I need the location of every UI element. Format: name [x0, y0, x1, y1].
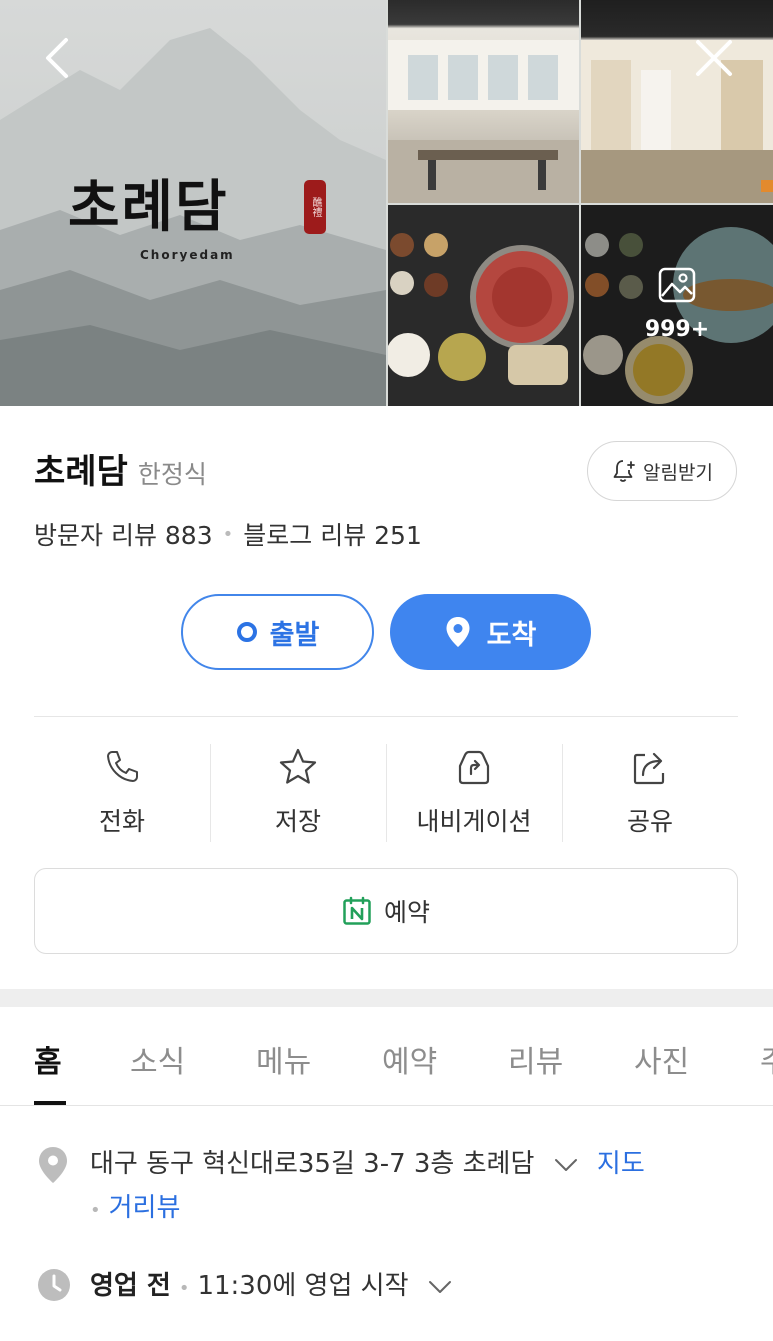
- notification-button[interactable]: 알림받기: [587, 441, 737, 501]
- address-text[interactable]: 대구 동구 혁신대로35길 3-7 3층 초례담: [90, 1149, 534, 1179]
- depart-button[interactable]: 출발: [181, 594, 374, 670]
- chevron-left-icon: [46, 38, 68, 78]
- call-button[interactable]: 전화: [34, 744, 210, 844]
- section-gap: [0, 989, 773, 1007]
- more-photos-overlay: [581, 205, 773, 406]
- interior-photo-1[interactable]: [388, 0, 579, 203]
- review-summary: 방문자 리뷰 883 • 블로그 리뷰 251: [34, 516, 422, 552]
- location-pin-icon: [39, 1147, 67, 1183]
- street-view-link[interactable]: 거리뷰: [109, 1193, 181, 1223]
- reservation-button[interactable]: 예약: [34, 868, 738, 954]
- car-navigation-icon: [458, 750, 490, 785]
- tab-news[interactable]: 소식: [130, 1037, 185, 1081]
- food-photo-1[interactable]: [388, 205, 579, 406]
- tab-home[interactable]: 홈: [34, 1037, 62, 1081]
- place-category: 한정식: [137, 460, 207, 489]
- navigation-button[interactable]: 내비게이션: [386, 744, 562, 844]
- chevron-down-icon[interactable]: [553, 1156, 579, 1174]
- hours-detail: 11:30에 영업 시작: [197, 1271, 409, 1301]
- hours-line: 영업 전 • 11:30에 영업 시작: [90, 1265, 453, 1302]
- save-label: 저장: [274, 807, 321, 836]
- photo-gallery-icon: [658, 267, 696, 303]
- brand-seal: 醮禮: [304, 180, 326, 234]
- tab-photos[interactable]: 사진: [634, 1037, 689, 1081]
- chevron-down-icon[interactable]: [427, 1278, 453, 1296]
- notification-label: 알림받기: [643, 461, 713, 484]
- place-name: 초례담: [34, 452, 128, 492]
- hours-status: 영업 전: [90, 1271, 171, 1301]
- phone-icon: [107, 751, 138, 782]
- brand-name-english: Choryedam: [140, 248, 235, 262]
- brand-logo: 초례담 醮禮 Choryedam: [68, 162, 338, 262]
- close-button[interactable]: [690, 34, 738, 82]
- address-line: 대구 동구 혁신대로35길 3-7 3층 초례담 지도: [90, 1143, 645, 1180]
- tab-bar: 홈 소식 메뉴 예약 리뷰 사진 주: [0, 1007, 773, 1106]
- close-icon: [696, 40, 732, 76]
- bell-plus-icon: [613, 460, 635, 482]
- back-button[interactable]: [34, 34, 82, 82]
- photo-gallery[interactable]: 초례담 醮禮 Choryedam 999+: [0, 0, 773, 406]
- tab-reviews[interactable]: 리뷰: [508, 1037, 563, 1081]
- hallway-image: [581, 40, 773, 203]
- arrive-label: 도착: [486, 619, 537, 651]
- korean-table-setting-image: [388, 233, 574, 385]
- clock-icon: [38, 1269, 70, 1301]
- depart-label: 출발: [269, 619, 320, 651]
- tab-overflow[interactable]: 주: [760, 1037, 773, 1081]
- call-label: 전화: [98, 807, 145, 836]
- active-tab-indicator: [34, 1101, 66, 1105]
- map-link[interactable]: 지도: [597, 1149, 645, 1179]
- star-icon: [279, 748, 317, 784]
- place-title-row: 초례담 한정식: [34, 444, 207, 493]
- interior-photo-2[interactable]: [581, 0, 773, 203]
- action-bar: 전화 저장 내비게이션 공유: [34, 744, 738, 844]
- navigation-label: 내비게이션: [416, 807, 532, 836]
- separator-dot: •: [90, 1200, 101, 1221]
- visitor-review-link[interactable]: 방문자 리뷰 883: [34, 516, 213, 552]
- address-line-2: • 거리뷰: [90, 1187, 180, 1224]
- share-label: 공유: [626, 807, 673, 836]
- dining-room-image: [388, 40, 579, 203]
- more-photos-tile[interactable]: 999+: [581, 205, 773, 406]
- tab-reservation[interactable]: 예약: [382, 1037, 437, 1081]
- brand-name-korean: 초례담: [68, 174, 229, 240]
- save-button[interactable]: 저장: [210, 744, 386, 844]
- separator-dot: •: [178, 1278, 190, 1299]
- naver-calendar-icon: [343, 896, 371, 925]
- origin-dot-icon: [236, 622, 257, 642]
- arrive-button[interactable]: 도착: [390, 594, 591, 670]
- separator-dot: •: [222, 523, 234, 545]
- reservation-label: 예약: [383, 898, 430, 927]
- tab-menu[interactable]: 메뉴: [256, 1037, 311, 1081]
- section-divider: [34, 716, 738, 717]
- blog-review-link[interactable]: 블로그 리뷰 251: [243, 516, 422, 552]
- photo-count-label: 999+: [644, 317, 710, 342]
- share-icon: [633, 752, 665, 785]
- map-pin-icon: [446, 617, 470, 647]
- share-button[interactable]: 공유: [562, 744, 738, 844]
